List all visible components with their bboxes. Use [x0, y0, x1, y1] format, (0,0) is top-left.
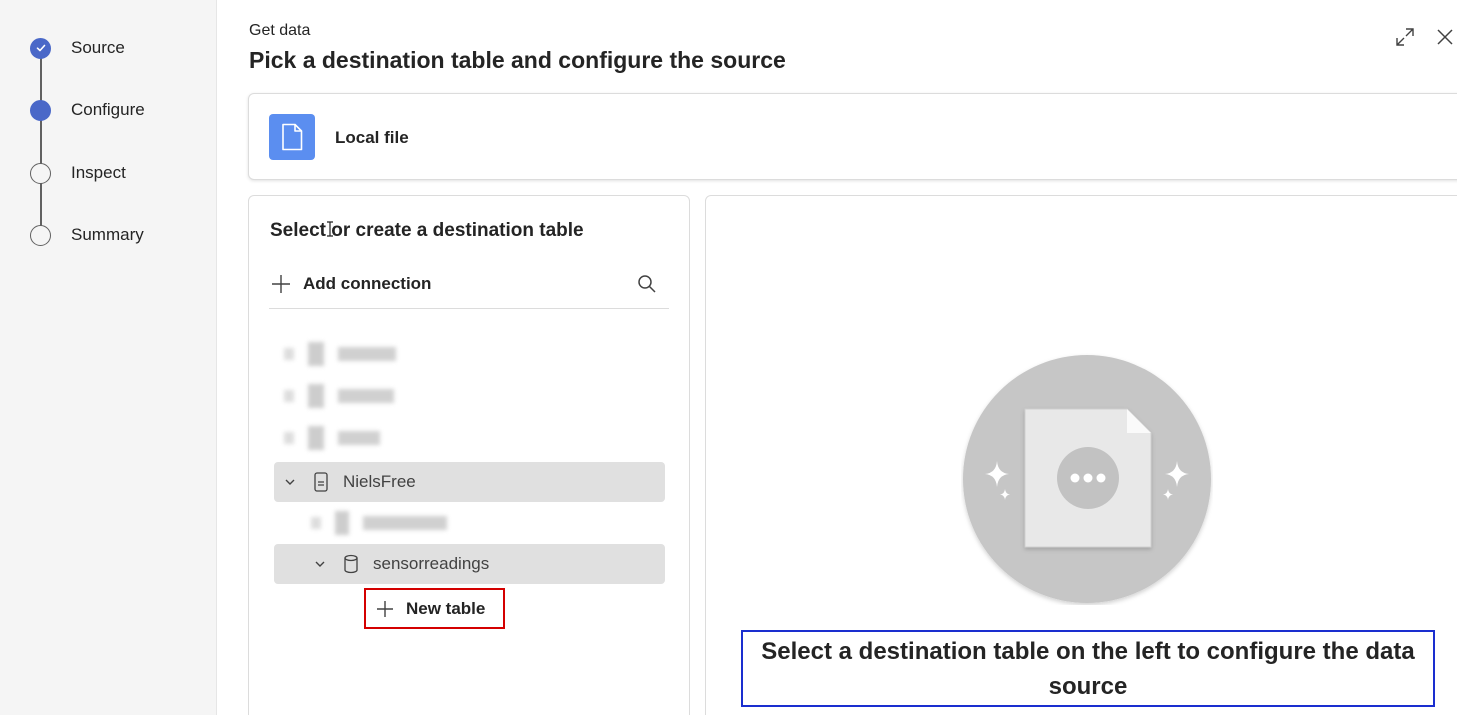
- tree-item-label: sensorreadings: [373, 554, 490, 573]
- step-inspect[interactable]: Inspect: [30, 162, 126, 184]
- close-button[interactable]: [1434, 26, 1456, 48]
- step-label: Inspect: [71, 163, 126, 182]
- redacted-tree-item[interactable]: [284, 342, 396, 366]
- panel-title: Select or create a destination table: [270, 220, 584, 241]
- add-connection-label: Add connection: [303, 274, 432, 293]
- expand-icon: [1396, 28, 1414, 46]
- plus-icon: [377, 600, 393, 617]
- step-summary[interactable]: Summary: [30, 224, 144, 246]
- text-cursor-icon: [327, 221, 333, 237]
- document-icon: [269, 114, 315, 160]
- dialog-title: Pick a destination table and configure t…: [249, 47, 786, 73]
- expand-button[interactable]: [1394, 26, 1416, 48]
- step-label: Source: [71, 38, 125, 57]
- active-step-icon: [30, 99, 51, 121]
- pending-step-icon: [30, 162, 51, 184]
- source-label: Local file: [335, 128, 409, 147]
- plus-icon: [272, 275, 290, 293]
- configure-panel: Select a destination table on the left t…: [705, 195, 1457, 715]
- step-label: Configure: [71, 100, 145, 119]
- chevron-down-icon: [285, 479, 295, 485]
- tree-item-label: NielsFree: [343, 472, 416, 491]
- wizard-stepper: Source Configure Inspect Summary: [0, 0, 217, 715]
- empty-state-illustration: [963, 355, 1211, 603]
- step-configure[interactable]: Configure: [30, 99, 145, 121]
- check-icon: [30, 37, 51, 59]
- redacted-tree-item[interactable]: [284, 384, 394, 408]
- stepper-line: [40, 48, 42, 236]
- device-icon: [314, 472, 328, 492]
- tree-item-table-group[interactable]: sensorreadings: [274, 544, 665, 584]
- empty-state-text: Select a destination table on the left t…: [761, 637, 1415, 700]
- new-table-label: New table: [406, 598, 486, 618]
- redacted-tree-item[interactable]: [311, 511, 447, 535]
- add-connection-button[interactable]: Add connection: [271, 268, 431, 300]
- pending-step-icon: [30, 224, 51, 246]
- tree-item-database[interactable]: NielsFree: [274, 462, 665, 502]
- close-icon: [1437, 29, 1453, 45]
- step-label: Summary: [71, 225, 144, 244]
- search-button[interactable]: [637, 274, 661, 298]
- redacted-tree-item[interactable]: [284, 426, 380, 450]
- database-icon: [344, 554, 358, 574]
- step-source[interactable]: Source: [30, 37, 125, 59]
- divider: [269, 308, 669, 309]
- source-card: Local file: [248, 93, 1457, 180]
- new-table-button[interactable]: New table: [364, 588, 505, 629]
- empty-state-message: Select a destination table on the left t…: [741, 630, 1435, 707]
- destination-panel: Select or create a destination table Add…: [248, 195, 690, 715]
- chevron-down-icon: [315, 561, 325, 567]
- dialog-subtitle: Get data: [249, 22, 311, 39]
- search-icon: [638, 275, 656, 293]
